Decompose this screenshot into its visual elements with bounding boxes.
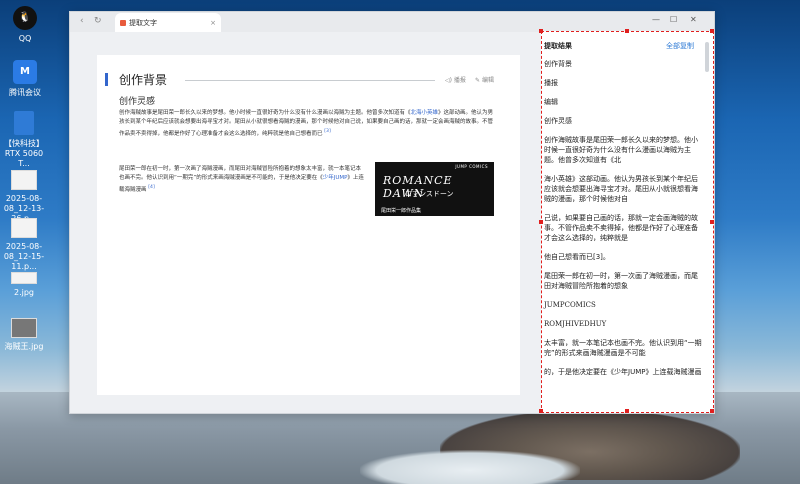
qq-icon: 🐧 [13,6,37,30]
tab-close-icon[interactable]: × [210,19,216,27]
result-line: 的，于是他决定要在《少年JUMP》上连载海贼漫画 [544,368,702,376]
paragraph-1: 创作海贼故事是尾田荣一郎长久以来的梦想。他小时候一直很好奇为什么没有什么漫画以海… [119,109,494,139]
paragraph-2: 尾田荣一郎在初一时，第一次画了海贼漫画，而尾田对海贼冒险所抱着的想象太丰富，就一… [119,165,364,195]
subheading: 创作灵感 [119,97,156,107]
desktop-icon-2jpg[interactable]: 2.jpg [0,272,49,298]
heading-divider [185,80,435,81]
resize-handle[interactable] [625,29,629,33]
result-line: 尾田荣一郎在初一时，第一次画了海贼漫画，而尾田对海贼冒险所抱着的想象 [544,272,698,290]
result-line: 己说，如果要自己画的话，那就一定会画海贼的故事。不管作品卖不卖得掉，他都是作好了… [544,214,698,242]
desktop-icon-qq[interactable]: 🐧 QQ [0,6,50,44]
image-file-icon [11,272,37,284]
edit-button[interactable]: ✎ 编辑 [475,75,494,84]
result-line: 创作背景 [544,60,572,68]
scrollbar[interactable] [705,42,709,72]
image-file-icon [11,218,37,238]
desktop-icon-label: 2.jpg [13,288,34,297]
cover-top-text: JUMP COMICS [455,164,488,169]
edit-label: 编辑 [481,77,494,84]
back-icon[interactable]: ‹ [80,16,84,26]
word-document-icon [14,111,34,135]
tab-extract-text[interactable]: 提取文字 × [115,13,221,32]
resize-handle[interactable] [710,409,714,413]
maximize-button[interactable]: ☐ [670,15,677,24]
title-bar: ‹ ↻ 提取文字 × — ☐ ✕ [70,12,714,32]
resize-handle[interactable] [539,220,543,224]
resize-handle[interactable] [710,220,714,224]
reference-link[interactable]: [3] [324,129,331,134]
result-line: 太丰富，就一本笔记本也画不完。他认识到用“一期完”的形式来画海贼漫画是不可能 [544,339,702,357]
result-line: 创作海贼故事是尾田荣一郎长久以来的梦想。他小时候一直很好奇为什么没有什么漫画以海… [544,136,698,164]
result-line: 播报 [544,79,558,87]
play-label: 播报 [453,77,466,84]
resize-handle[interactable] [539,29,543,33]
snow-background [360,450,580,484]
result-line: 创作灵感 [544,117,572,125]
paragraph-text: 创作海贼故事是尾田荣一郎长久以来的梦想。他小时候一直很好奇为什么没有什么漫画以海… [119,110,411,116]
favicon-icon [120,19,126,26]
section-heading: 创作背景 [119,73,168,87]
tencent-meeting-icon: M [13,60,37,84]
refresh-icon[interactable]: ↻ [94,16,102,26]
resize-handle[interactable] [539,409,543,413]
result-line: 海小英雄》这部动画。他认为男孩长到某个年纪后应该就会想要出海寻宝才对。尾田从小就… [544,175,698,203]
image-file-icon [11,170,37,190]
desktop-icon-label: 【快科技】RTX 5060 T... [4,139,44,168]
extraction-result-panel: 提取结果 全部复制 创作背景 播报 编辑 创作灵感 创作海贼故事是尾田荣一郎长久… [541,31,714,413]
link-shonen-jump[interactable]: 少年JUMP [323,175,348,181]
section-accent-bar [105,73,108,86]
resize-handle[interactable] [710,29,714,33]
resize-handle[interactable] [625,409,629,413]
desktop-icon-screenshot-1[interactable]: 2025-08-08_12-13-26.p... [0,170,49,224]
reference-link[interactable]: [4] [148,185,155,190]
result-line: 他自己想看而已[3]。 [544,253,610,261]
play-audio-button[interactable]: ◁) 播报 [445,75,466,84]
cover-japanese-title: ロマンスドーン [405,190,454,198]
manga-cover-image[interactable]: JUMP COMICS ROMANCE DAWN ロマンスドーン 尾田栄一郎作品… [375,162,494,216]
minimize-button[interactable]: — [652,15,660,24]
desktop-icon-label: 腾讯会议 [9,88,41,97]
image-file-icon [11,318,37,338]
desktop-icon-label: 海贼王.jpg [4,342,44,351]
result-line: 编辑 [544,98,558,106]
desktop-icon-label: 2025-08-08_12-15-11.p... [3,242,45,271]
result-line: JUMPCOMICS [544,301,596,309]
desktop-icon-onepiece-jpg[interactable]: 海贼王.jpg [0,318,49,352]
desktop-icon-doc[interactable]: 【快科技】RTX 5060 T... [0,111,49,169]
tab-label: 提取文字 [129,18,157,27]
copy-all-button[interactable]: 全部复制 [666,41,694,51]
close-button[interactable]: ✕ [690,15,697,24]
extracted-text-list[interactable]: 创作背景 播报 编辑 创作灵感 创作海贼故事是尾田荣一郎长久以来的梦想。他小时候… [544,59,702,386]
web-page: 创作背景 ◁) 播报 ✎ 编辑 创作灵感 创作海贼故事是尾田荣一郎长久以来的梦想… [97,55,520,395]
desktop-icon-label: QQ [18,34,32,43]
result-line: ROMJHIVEDHUY [544,320,607,328]
cover-bottom-text: 尾田栄一郎作品集 [381,208,422,214]
desktop-icon-tencent-meeting[interactable]: M 腾讯会议 [0,60,50,98]
link-beihai[interactable]: 北海小英雄 [411,110,439,116]
desktop-icon-screenshot-2[interactable]: 2025-08-08_12-15-11.p... [0,218,49,272]
